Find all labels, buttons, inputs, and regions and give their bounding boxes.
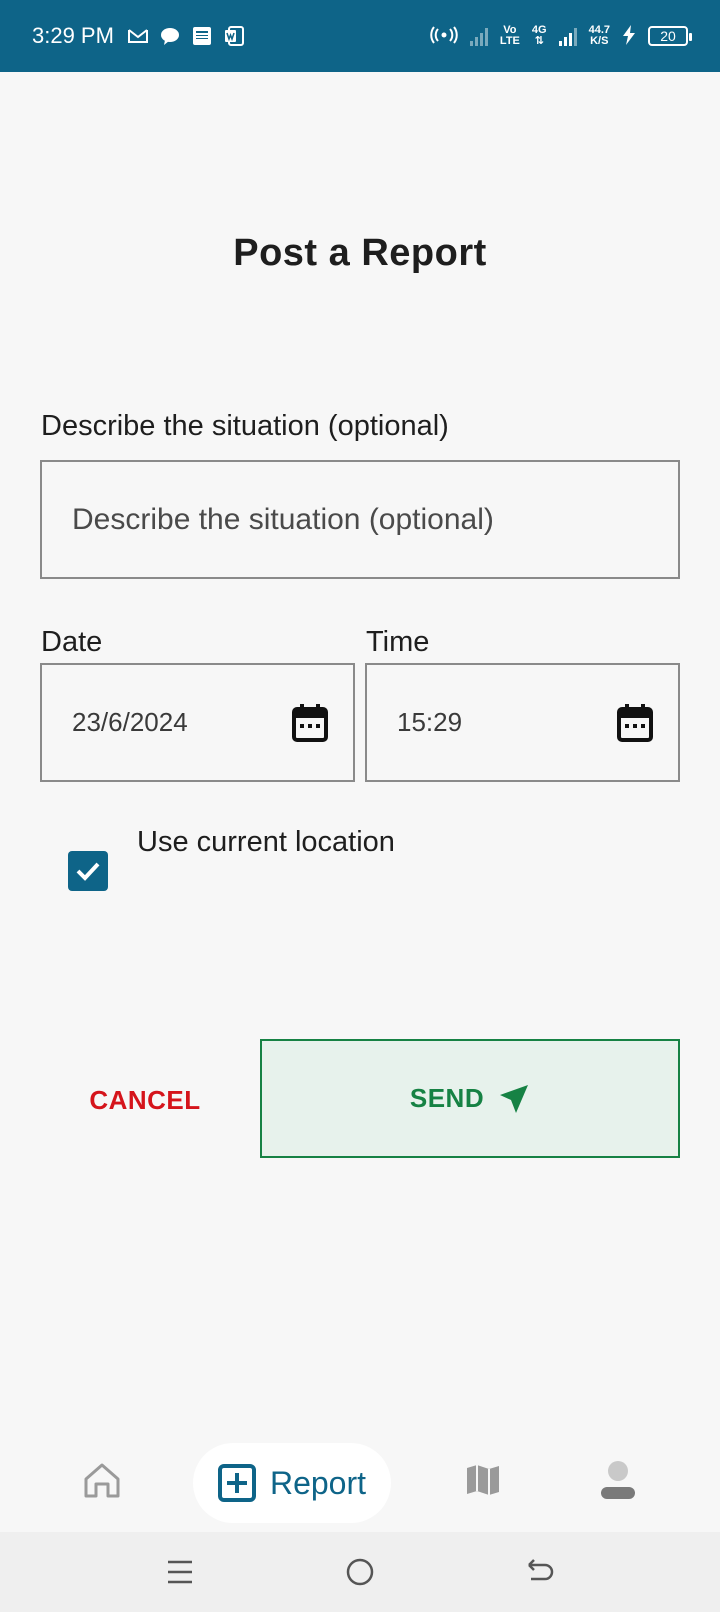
hotspot-icon [430,25,458,47]
menu-button[interactable] [140,1532,220,1612]
description-input[interactable]: Describe the situation (optional) [40,460,680,579]
nav-report[interactable]: Report [193,1443,391,1523]
home-icon [84,1463,120,1498]
nav-map[interactable] [443,1430,523,1530]
date-label: Date [41,626,103,658]
volte-indicator: Vo LTE [499,24,520,47]
nav-home[interactable] [62,1430,142,1530]
news-icon [192,26,212,46]
data-indicator: 4G ⇅ [531,24,547,47]
gmail-icon [127,26,148,46]
cancel-button[interactable]: CANCEL [60,1040,230,1160]
use-location-label[interactable]: Use current location [137,826,395,859]
status-time: 3:29 PM [32,23,114,48]
time-label: Time [366,626,430,658]
menu-icon [168,1560,192,1584]
status-bar: 3:29 PM Vo LTE 4G ⇅ 44.7 K/S 20 [0,0,720,72]
back-icon [528,1559,554,1581]
person-icon [601,1461,635,1499]
battery-icon: 20 [648,26,692,46]
calendar-icon[interactable] [616,703,654,743]
home-circle-icon [346,1558,374,1586]
chat-icon [160,26,180,46]
send-button[interactable]: SEND [260,1039,680,1158]
description-label: Describe the situation (optional) [41,410,449,442]
time-field[interactable]: 15:29 [365,663,680,782]
calendar-icon[interactable] [291,703,329,743]
system-back-button[interactable] [500,1532,580,1612]
charging-icon [622,24,636,48]
signal-icon [558,26,577,46]
word-icon [224,26,244,46]
send-icon [500,1084,529,1113]
description-placeholder: Describe the situation (optional) [72,502,494,536]
add-box-icon [217,1464,256,1502]
system-home-button[interactable] [320,1532,400,1612]
system-navigation-bar [0,1532,720,1612]
signal-icon [469,26,488,46]
date-value: 23/6/2024 [72,707,188,737]
status-right-icons: Vo LTE 4G ⇅ 44.7 K/S 20 [430,24,692,48]
check-icon [76,862,100,881]
notification-icons [127,26,244,46]
nav-report-label: Report [269,1464,367,1501]
bottom-navigation: Report [0,1430,720,1530]
page-title: Post a Report [233,232,487,274]
network-speed: 44.7 K/S [588,24,610,47]
date-field[interactable]: 23/6/2024 [40,663,355,782]
time-value: 15:29 [397,707,463,737]
nav-profile[interactable] [578,1430,658,1530]
use-location-checkbox[interactable] [68,851,108,891]
map-icon [467,1465,499,1495]
